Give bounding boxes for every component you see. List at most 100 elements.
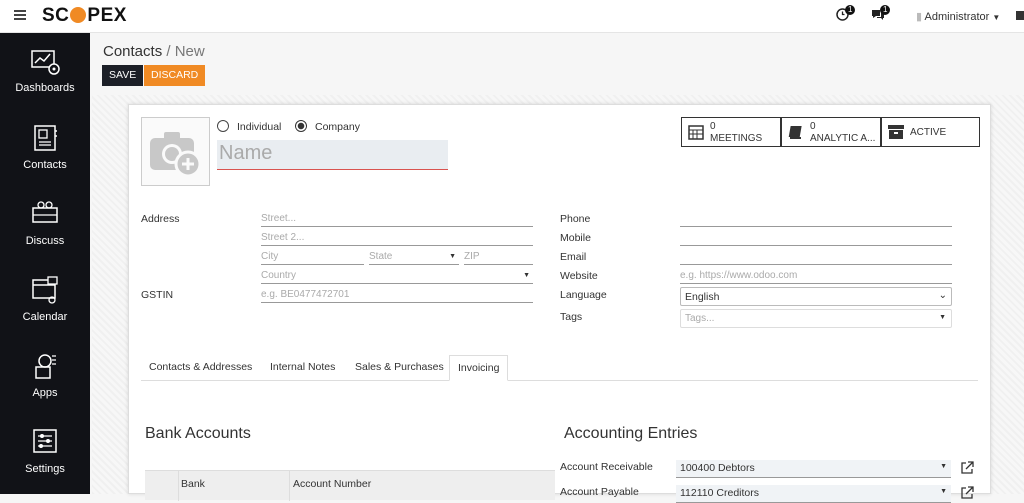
messages-icon[interactable]: 1 <box>871 5 891 24</box>
language-label: Language <box>560 289 607 301</box>
account-payable-value: 112110 Creditors <box>680 487 759 499</box>
sidebar-item-dashboards[interactable]: Dashboards <box>0 48 90 94</box>
account-receivable-label: Account Receivable <box>560 461 653 473</box>
activity-icon[interactable]: 1 <box>836 5 856 24</box>
street2-input[interactable]: Street 2... <box>261 232 533 246</box>
sidebar-item-contacts[interactable]: Contacts <box>0 123 90 171</box>
address-label: Address <box>141 213 180 225</box>
chevron-down-icon: ▼ <box>523 272 530 279</box>
settings-icon <box>33 429 57 453</box>
external-link-icon[interactable] <box>960 461 974 475</box>
stat-label: MEETINGS <box>710 133 763 144</box>
email-input[interactable] <box>680 251 952 265</box>
sidebar-item-settings[interactable]: Settings <box>0 427 90 475</box>
sidebar-item-label: Discuss <box>25 235 65 247</box>
phone-label: Phone <box>560 213 591 225</box>
archive-icon <box>888 125 904 139</box>
external-link-icon[interactable] <box>960 486 974 500</box>
zip-input[interactable]: ZIP <box>464 251 533 265</box>
tags-input[interactable]: Tags... ▼ <box>680 309 952 328</box>
contacts-icon <box>34 125 57 151</box>
book-icon <box>788 126 802 139</box>
company-type-individual[interactable]: Individual <box>217 120 281 133</box>
city-input[interactable]: City <box>261 251 364 265</box>
mobile-input[interactable] <box>680 232 952 246</box>
chevron-down-icon: ▼ <box>449 253 456 260</box>
radio-label: Company <box>315 121 360 133</box>
sidebar-item-discuss[interactable]: Discuss <box>0 199 90 247</box>
country-placeholder: Country <box>261 270 297 281</box>
user-avatar-icon: ▮ <box>916 11 923 23</box>
tags-label: Tags <box>560 311 583 323</box>
logout-icon[interactable] <box>1016 11 1024 20</box>
apps-icon <box>35 354 56 379</box>
meetings-button[interactable]: 0 MEETINGS <box>681 117 781 147</box>
radio-company[interactable] <box>295 120 307 132</box>
tab-contacts-addresses[interactable]: Contacts & Addresses <box>141 355 260 381</box>
tab-invoicing[interactable]: Invoicing <box>449 355 509 381</box>
discuss-icon <box>32 201 58 223</box>
top-bar: SC PEX 1 1 ▮ Administrator ▼ <box>0 0 1024 33</box>
column-account-number[interactable]: Account Number <box>293 478 371 490</box>
language-value: English <box>685 291 720 303</box>
country-select[interactable]: Country ▼ <box>261 270 533 284</box>
accounting-entries-title: Accounting Entries <box>564 425 698 442</box>
chevron-down-icon: ▼ <box>939 314 946 321</box>
mobile-label: Mobile <box>560 232 591 244</box>
account-payable-select[interactable]: 112110 Creditors ▼ <box>676 485 951 503</box>
sidebar-item-label: Settings <box>25 463 65 475</box>
sidebar-item-apps[interactable]: Apps <box>0 351 90 399</box>
bank-accounts-title: Bank Accounts <box>145 425 251 442</box>
account-receivable-value: 100400 Debtors <box>680 462 755 474</box>
sidebar: Dashboards Contacts Discuss Calendar App… <box>0 33 90 494</box>
calendar-icon <box>32 276 58 304</box>
website-input[interactable]: e.g. https://www.odoo.com <box>680 270 952 284</box>
phone-input[interactable] <box>680 213 952 227</box>
tab-sales-purchases[interactable]: Sales & Purchases <box>347 355 452 381</box>
avatar-upload[interactable] <box>141 117 210 186</box>
sidebar-item-label: Calendar <box>22 311 68 323</box>
stat-label: ACTIVE <box>910 127 947 138</box>
column-bank[interactable]: Bank <box>181 478 205 490</box>
brand-logo[interactable]: SC PEX <box>42 5 127 27</box>
breadcrumb-separator: / <box>166 43 171 60</box>
breadcrumb-current: New <box>174 43 205 60</box>
menu-toggle-icon[interactable] <box>14 10 26 20</box>
analytic-accounts-button[interactable]: 0 ANALYTIC A... <box>781 117 881 147</box>
active-toggle-button[interactable]: ACTIVE <box>881 117 980 147</box>
camera-icon <box>150 132 202 178</box>
stat-count: 0 <box>710 121 716 132</box>
save-button[interactable]: SAVE <box>102 65 144 86</box>
gstin-input[interactable]: e.g. BE0477472701 <box>261 289 533 303</box>
account-receivable-select[interactable]: 100400 Debtors ▼ <box>676 460 951 478</box>
company-type-company[interactable]: Company <box>295 120 360 133</box>
language-select[interactable]: English ⌄ <box>680 287 952 306</box>
street-input[interactable]: Street... <box>261 213 533 227</box>
account-payable-label: Account Payable <box>560 486 639 498</box>
state-placeholder: State <box>369 251 393 262</box>
breadcrumb-parent[interactable]: Contacts <box>103 43 162 60</box>
activity-badge: 1 <box>845 5 856 15</box>
sidebar-item-calendar[interactable]: Calendar <box>0 275 90 323</box>
sidebar-item-label: Contacts <box>23 159 67 171</box>
breadcrumb: Contacts / New <box>103 43 205 60</box>
calendar-icon <box>688 125 704 140</box>
user-name: Administrator <box>924 11 990 23</box>
radio-individual[interactable] <box>217 120 229 132</box>
discard-button[interactable]: DISCARD <box>144 65 206 86</box>
user-menu[interactable]: ▮ Administrator ▼ <box>916 10 1000 23</box>
state-select[interactable]: State ▼ <box>369 251 459 265</box>
email-label: Email <box>560 251 587 263</box>
name-input[interactable]: Name <box>217 140 448 170</box>
radio-label: Individual <box>237 121 282 133</box>
tags-placeholder: Tags... <box>685 313 715 324</box>
stat-label: ANALYTIC A... <box>810 133 876 144</box>
tab-internal-notes[interactable]: Internal Notes <box>262 355 343 381</box>
sidebar-item-label: Apps <box>32 387 58 399</box>
chevron-down-icon: ▼ <box>992 13 1001 22</box>
chevron-down-icon: ⌄ <box>938 290 947 301</box>
bank-table-header: Bank Account Number <box>145 470 555 501</box>
gstin-label: GSTIN <box>141 289 174 301</box>
stat-count: 0 <box>810 121 816 132</box>
chevron-down-icon: ▼ <box>940 463 947 470</box>
